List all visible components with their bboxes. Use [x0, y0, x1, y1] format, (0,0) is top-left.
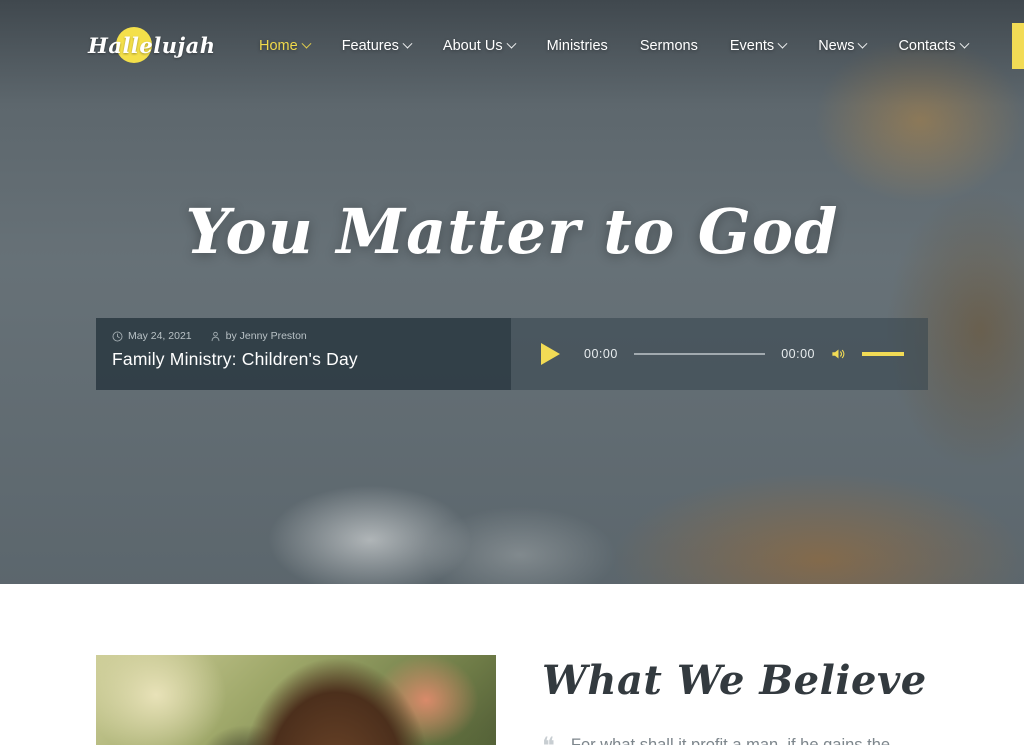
nav-item-contacts[interactable]: Contacts — [882, 38, 983, 54]
nav-label-home: Home — [259, 38, 298, 54]
chevron-down-icon — [506, 38, 517, 49]
nav-item-sermons[interactable]: Sermons — [624, 38, 714, 54]
give-now-button[interactable]: Give Now — [1011, 23, 1024, 69]
nav-label-features: Features — [341, 38, 399, 54]
believe-photo — [96, 655, 496, 745]
hero-headline: You Matter to God — [185, 195, 839, 268]
progress-bar[interactable] — [633, 353, 766, 355]
chevron-down-icon — [301, 38, 312, 49]
nav-item-home[interactable]: Home — [243, 38, 326, 54]
sermon-title[interactable]: Family Ministry: Children's Day — [112, 349, 511, 370]
hero-section: Hallelujah Home Features About Us Minist… — [0, 0, 1024, 584]
sermon-date: May 24, 2021 — [112, 330, 192, 342]
nav-item-about-us[interactable]: About Us — [427, 38, 531, 54]
nav-label-sermons: Sermons — [639, 38, 698, 54]
sermon-meta: May 24, 2021 by Jenny Preston — [112, 330, 511, 342]
chevron-down-icon — [777, 38, 788, 49]
what-we-believe-section: What We Believe ❝ For what shall it prof… — [0, 584, 1024, 745]
sermon-author: by Jenny Preston — [210, 330, 307, 342]
clock-icon — [112, 331, 123, 341]
current-time-label: 00:00 — [584, 347, 618, 361]
chevron-down-icon — [402, 38, 413, 49]
audio-player: 00:00 00:00 — [511, 318, 928, 390]
nav-label-events: Events — [729, 38, 775, 54]
quote-mark-icon: ❝ — [542, 732, 555, 745]
logo-text: Hallelujah — [88, 33, 216, 58]
believe-heading: What We Believe — [542, 657, 927, 704]
total-time-label: 00:00 — [781, 347, 815, 361]
sermon-author-label: by Jenny Preston — [225, 330, 307, 342]
page-root: Hallelujah Home Features About Us Minist… — [0, 0, 1024, 745]
believe-content: What We Believe ❝ For what shall it prof… — [542, 655, 928, 745]
play-button-icon[interactable] — [541, 343, 560, 365]
nav-item-ministries[interactable]: Ministries — [531, 38, 624, 54]
site-logo[interactable]: Hallelujah — [88, 23, 215, 69]
sermon-info-panel: May 24, 2021 by Jenny Preston Family Min… — [96, 318, 511, 390]
nav-label-contacts: Contacts — [898, 38, 956, 54]
nav-item-events[interactable]: Events — [714, 38, 802, 54]
chevron-down-icon — [959, 38, 970, 49]
believe-quote: ❝ For what shall it profit a man, if he … — [542, 732, 928, 745]
volume-slider[interactable] — [862, 352, 904, 356]
nav-item-news[interactable]: News — [802, 38, 882, 54]
nav-item-features[interactable]: Features — [326, 38, 427, 54]
featured-sermon-bar: May 24, 2021 by Jenny Preston Family Min… — [96, 318, 928, 390]
nav-label-news: News — [818, 38, 855, 54]
nav-label-about-us: About Us — [442, 38, 503, 54]
sermon-date-label: May 24, 2021 — [128, 330, 192, 342]
site-header: Hallelujah Home Features About Us Minist… — [0, 0, 1024, 92]
nav-label-ministries: Ministries — [546, 38, 608, 54]
believe-quote-text: For what shall it profit a man, if he ga… — [570, 736, 891, 745]
speaker-icon[interactable] — [831, 347, 846, 361]
main-navigation: Home Features About Us Ministries Sermon… — [243, 38, 984, 54]
user-icon — [211, 331, 220, 341]
chevron-down-icon — [858, 38, 868, 49]
